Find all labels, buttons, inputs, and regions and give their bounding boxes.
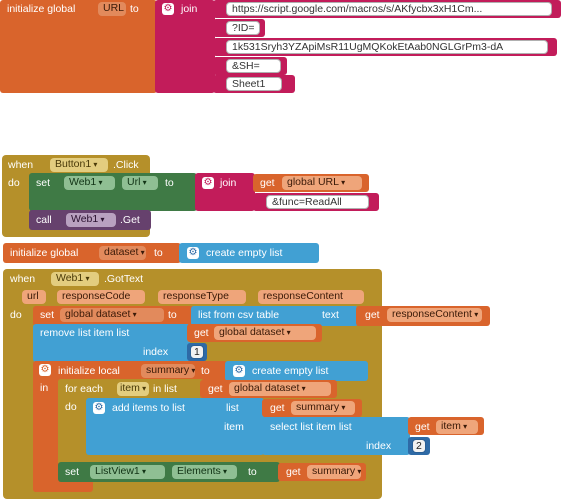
to-label-5: to [201,365,210,377]
elements-property-field[interactable]: Elements [172,465,237,479]
to-label-6: to [248,466,257,478]
get-label-2: get [365,309,380,321]
join-label-2: join [220,177,237,189]
init-local-label: initialize local [58,365,120,377]
global-url-name-field[interactable]: URL [98,2,126,16]
get-label-7: get [286,466,301,478]
gear-icon[interactable]: ⚙ [202,177,214,189]
when-label-2: when [10,273,36,285]
init-local-summary-footer[interactable] [33,481,93,492]
gear-icon[interactable]: ⚙ [93,402,105,414]
index-label-2: index [366,440,392,452]
text-string-value-4[interactable]: &SH= [226,59,281,73]
text-func-value[interactable]: &func=ReadAll [266,195,369,209]
button1-component-field[interactable]: Button1 [50,158,108,172]
responsecontent-var-field[interactable]: responseContent [387,308,482,322]
to-label: to [130,3,139,15]
get-label-3: get [194,327,209,339]
click-event-label: .Click [113,159,139,171]
join-label: join [181,3,198,15]
get-label-4: get [208,383,223,395]
gottext-event-label: .GotText [104,273,144,285]
to-label-4: to [168,309,177,321]
text-param-label: text [322,309,339,321]
select-list-item-label: select list item list [270,421,352,433]
set-label-2: set [40,309,55,321]
create-empty-list-label-2: create empty list [252,365,329,377]
index-label: index [143,346,169,358]
summary-var-field[interactable]: summary [291,401,355,415]
listview1-component-field[interactable]: ListView1 [90,465,165,479]
param-url[interactable]: url [22,290,46,304]
call-web1-field[interactable]: Web1 [66,213,116,227]
get-label-5: get [270,402,285,414]
create-empty-list-label: create empty list [206,247,283,259]
in-list-label: in list [153,383,177,395]
param-responsecode[interactable]: responseCode [57,290,145,304]
dataset-var-field-2[interactable]: global dataset [229,382,331,396]
init-global-label: initialize global [7,3,76,15]
gear-icon[interactable]: ⚙ [39,364,51,376]
global-url-var-field[interactable]: global URL [282,176,362,190]
text-string-value-3[interactable]: 1k531Sryh3YZApiMsR11UgMQKokEtAab0NGLGrPm… [226,40,548,54]
remove-list-item-label: remove list item list [40,327,130,339]
do-label-3: do [65,401,77,413]
summary-name-field[interactable]: summary [141,364,195,378]
item-param-label: item [224,421,244,433]
dataset-var-field[interactable]: global dataset [214,326,316,340]
web1-component-field[interactable]: Web1 [64,176,115,190]
set-label-3: set [65,466,80,478]
for-each-label: for each [65,383,103,395]
to-label-3: to [154,247,163,259]
param-responsetype[interactable]: responseType [158,290,246,304]
to-label-2: to [165,177,174,189]
web1-component-field-2[interactable]: Web1 [51,272,99,286]
do-label-2: do [10,309,22,321]
get-label-6: get [415,421,430,433]
item-var-field[interactable]: item [436,420,478,434]
dataset-name-field[interactable]: dataset [99,246,146,260]
init-global-label-2: initialize global [10,247,79,259]
number-1-value[interactable]: 1 [190,345,204,359]
list-from-csv-label: list from csv table [198,309,280,321]
set-label: set [36,177,51,189]
item-name-field[interactable]: item [117,382,149,396]
call-label: call [36,214,52,226]
when-label: when [8,159,34,171]
summary-var-field-2[interactable]: summary [307,465,361,479]
gear-icon[interactable]: ⚙ [162,3,174,15]
list-param-label: list [226,402,239,414]
get-label: get [260,177,275,189]
number-2-value[interactable]: 2 [412,439,426,453]
param-responsecontent[interactable]: responseContent [258,290,364,304]
in-label: in [40,382,49,394]
do-label: do [8,177,20,189]
gear-icon[interactable]: ⚙ [187,247,199,259]
text-string-value-5[interactable]: Sheet1 [226,77,282,91]
url-property-field[interactable]: Url [122,176,158,190]
text-string-value-2[interactable]: ?ID= [226,21,260,35]
text-string-value-1[interactable]: https://script.google.com/macros/s/AKfyc… [226,2,552,16]
add-items-label: add items to list [112,402,185,414]
get-method-label: .Get [120,214,140,226]
gear-icon[interactable]: ⚙ [233,365,245,377]
set-var-field[interactable]: global dataset [60,308,164,322]
